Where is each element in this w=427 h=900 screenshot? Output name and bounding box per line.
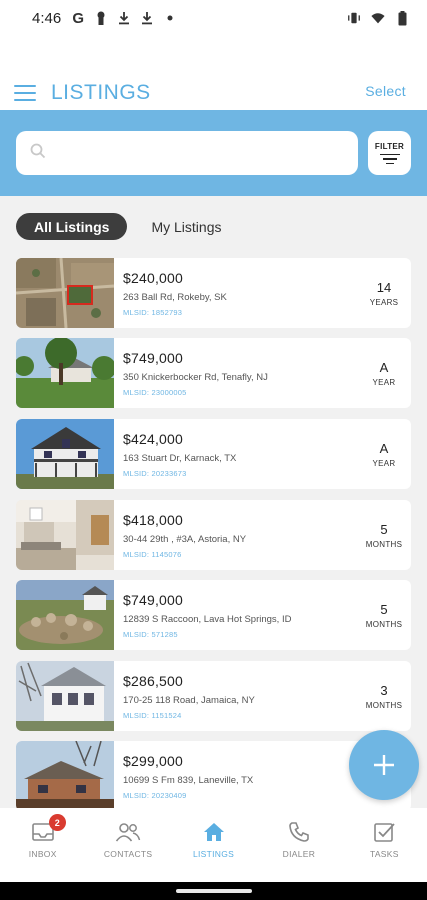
listing-info: $418,000 30-44 29th , #3A, Astoria, NY M…: [114, 500, 411, 570]
filter-icon: [379, 153, 400, 165]
listing-age-unit: YEARS: [369, 297, 399, 307]
dot-icon: [163, 11, 177, 25]
listing-card[interactable]: $749,000 12839 S Raccoon, Lava Hot Sprin…: [16, 580, 411, 650]
listing-photo: [16, 500, 114, 570]
nav-label: DIALER: [282, 849, 316, 859]
filter-button[interactable]: FILTER: [368, 131, 411, 175]
nav-label: INBOX: [28, 849, 57, 859]
listing-age: 14 YEARS: [357, 258, 411, 328]
status-icons-left: G: [71, 9, 177, 27]
listing-card[interactable]: $424,000 163 Stuart Dr, Karnack, TX MLSI…: [16, 419, 411, 489]
search-icon: [30, 143, 46, 164]
listing-photo: [16, 741, 114, 811]
filter-label: FILTER: [374, 141, 405, 151]
nav-item-inbox[interactable]: 2 INBOX: [0, 808, 85, 882]
listing-tabs: All Listings My Listings: [16, 213, 237, 240]
listing-photo: [16, 661, 114, 731]
listing-age: 5 MONTHS: [357, 580, 411, 650]
listing-card[interactable]: $240,000 263 Ball Rd, Rokeby, SK MLSID: …: [16, 258, 411, 328]
download-icon: [117, 11, 131, 25]
listing-age-number: A: [379, 359, 389, 375]
contacts-icon: [115, 820, 141, 844]
listing-age: A YEAR: [357, 419, 411, 489]
status-icons-right: [347, 10, 409, 25]
nav-item-listings[interactable]: LISTINGS: [171, 808, 256, 882]
listing-age-unit: MONTHS: [365, 539, 403, 549]
listing-info: $286,500 170-25 118 Road, Jamaica, NY ML…: [114, 661, 411, 731]
download-icon: [140, 11, 154, 25]
select-button[interactable]: Select: [365, 83, 406, 99]
listing-info: $749,000 350 Knickerbocker Rd, Tenafly, …: [114, 338, 411, 408]
listing-card[interactable]: $286,500 170-25 118 Road, Jamaica, NY ML…: [16, 661, 411, 731]
vibrate-icon: [347, 11, 361, 25]
listing-info: $749,000 12839 S Raccoon, Lava Hot Sprin…: [114, 580, 411, 650]
listing-card[interactable]: $418,000 30-44 29th , #3A, Astoria, NY M…: [16, 500, 411, 570]
listing-card[interactable]: $749,000 350 Knickerbocker Rd, Tenafly, …: [16, 338, 411, 408]
listing-photo: [16, 580, 114, 650]
page-title: LISTINGS: [51, 81, 151, 104]
listing-photo: [16, 338, 114, 408]
wifi-icon: [371, 11, 385, 25]
nav-label: LISTINGS: [192, 849, 235, 859]
tab-all-listings[interactable]: All Listings: [16, 213, 128, 240]
nav-item-dialer[interactable]: DIALER: [256, 808, 341, 882]
listing-photo: [16, 258, 114, 328]
home-icon: [201, 820, 227, 844]
listing-age: A YEAR: [357, 338, 411, 408]
listing-age: 5 MONTHS: [357, 500, 411, 570]
listing-age-unit: YEAR: [372, 377, 396, 387]
phone-icon: [286, 820, 312, 844]
search-box[interactable]: [16, 131, 358, 175]
nav-item-tasks[interactable]: TASKS: [342, 808, 427, 882]
search-band: FILTER: [0, 110, 427, 196]
app-header: LISTINGS Select: [0, 36, 427, 110]
nav-label: TASKS: [369, 849, 399, 859]
search-input[interactable]: [54, 138, 344, 168]
listing-age-unit: MONTHS: [365, 700, 403, 710]
tab-my-listings[interactable]: My Listings: [135, 213, 237, 240]
inbox-badge: 2: [48, 814, 66, 831]
listing-age-number: 14: [376, 279, 392, 295]
add-listing-button[interactable]: [349, 730, 419, 800]
status-bar: 4:46 G: [0, 0, 427, 36]
listing-age-number: A: [379, 440, 389, 456]
listing-age-unit: MONTHS: [365, 619, 403, 629]
battery-icon: [395, 10, 409, 25]
plus-icon: [372, 744, 396, 784]
hamburger-menu-icon[interactable]: [14, 85, 36, 101]
nav-label: CONTACTS: [103, 849, 153, 859]
listing-age-number: 5: [380, 601, 388, 617]
listing-age: 3 MONTHS: [357, 661, 411, 731]
bottom-nav: 2 INBOX CONTACTS LISTINGS DIALER TASKS: [0, 808, 427, 882]
home-indicator[interactable]: [176, 889, 252, 893]
inbox-icon: 2: [30, 814, 66, 844]
status-time: 4:46: [32, 9, 62, 27]
listing-info: $240,000 263 Ball Rd, Rokeby, SK MLSID: …: [114, 258, 411, 328]
checkbox-icon: [371, 820, 397, 844]
system-nav-bar: [0, 882, 427, 900]
nav-item-contacts[interactable]: CONTACTS: [85, 808, 170, 882]
keyhole-icon: [94, 11, 108, 25]
listing-info: $424,000 163 Stuart Dr, Karnack, TX MLSI…: [114, 419, 411, 489]
listing-age-number: 5: [380, 521, 388, 537]
listing-age-number: 3: [380, 682, 388, 698]
listing-age-unit: YEAR: [372, 458, 396, 468]
listing-photo: [16, 419, 114, 489]
google-icon: G: [72, 9, 85, 27]
